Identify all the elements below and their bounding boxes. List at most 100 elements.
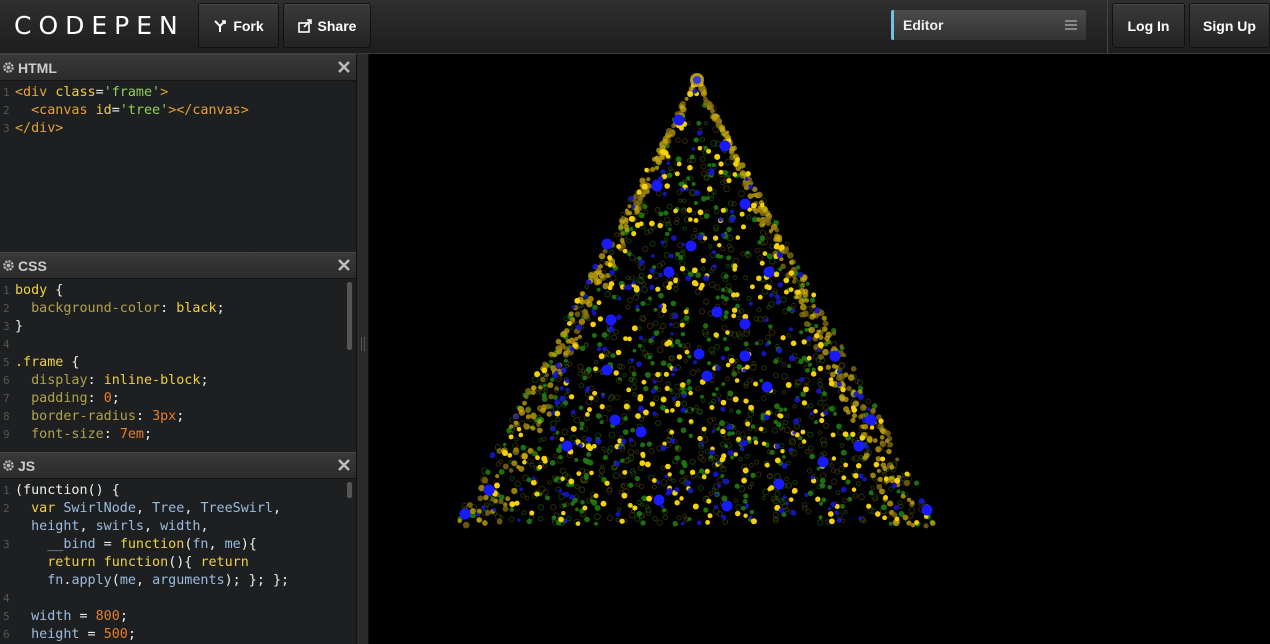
gear-icon[interactable] bbox=[2, 61, 15, 74]
tree-light bbox=[839, 344, 844, 349]
css-scrollbar[interactable] bbox=[347, 282, 352, 350]
tree-light bbox=[768, 292, 774, 298]
tree-light bbox=[686, 121, 691, 126]
tree-light bbox=[477, 495, 484, 502]
tree-light bbox=[733, 161, 739, 167]
js-panel: JS 1 (function() {2 var SwirlNode, Tree, … bbox=[0, 452, 356, 644]
tree-light bbox=[650, 167, 656, 172]
tree-light bbox=[780, 296, 787, 303]
tree-light bbox=[840, 458, 846, 464]
tree-light bbox=[671, 478, 676, 484]
tree-light bbox=[660, 444, 667, 451]
tree-light bbox=[853, 440, 865, 452]
tree-light bbox=[656, 519, 663, 526]
share-button[interactable]: Share bbox=[283, 3, 371, 48]
tree-light bbox=[866, 407, 871, 411]
gear-icon[interactable] bbox=[2, 259, 15, 272]
tree-light bbox=[724, 158, 732, 166]
editor-column: HTML 1 <div class='frame'> 2 <canvas id='t… bbox=[0, 54, 356, 644]
tree-light bbox=[665, 463, 671, 470]
code-token: : bbox=[135, 409, 153, 424]
js-code-editor[interactable]: 1 (function() {2 var SwirlNode, Tree, Tre… bbox=[0, 479, 356, 644]
tree-light bbox=[632, 348, 637, 353]
tree-light bbox=[726, 255, 732, 261]
tree-light bbox=[765, 334, 771, 341]
codepen-logo[interactable]: CODEPEN bbox=[14, 11, 185, 40]
tree-light bbox=[903, 479, 911, 487]
css-code-editor[interactable]: 1 body {2 background-color: black; 3} 4 5 .fr… bbox=[0, 279, 356, 444]
tree-light bbox=[599, 420, 604, 425]
tree-light bbox=[570, 425, 577, 432]
tree-light bbox=[651, 180, 663, 192]
tree-light bbox=[870, 485, 875, 491]
tree-light bbox=[593, 493, 599, 499]
tree-light bbox=[870, 472, 876, 479]
js-scrollbar[interactable] bbox=[347, 482, 352, 498]
tree-light bbox=[628, 195, 634, 202]
code-text: body { bbox=[15, 282, 63, 300]
tree-light bbox=[851, 413, 858, 419]
tree-light bbox=[650, 388, 656, 394]
tree-light bbox=[513, 414, 519, 419]
code-token: me bbox=[224, 537, 241, 552]
tree-light bbox=[675, 156, 682, 163]
tree-light bbox=[862, 476, 867, 482]
tree-light bbox=[524, 495, 530, 501]
tree-light bbox=[740, 431, 746, 438]
tree-light bbox=[840, 449, 847, 456]
tree-light bbox=[549, 504, 557, 511]
view-select[interactable]: Editor bbox=[891, 10, 1086, 40]
tree-light bbox=[727, 431, 733, 436]
tree-light bbox=[880, 504, 887, 511]
code-token: (function() { bbox=[15, 483, 120, 498]
close-icon[interactable] bbox=[337, 458, 351, 472]
close-icon[interactable] bbox=[337, 60, 351, 74]
tree-light bbox=[666, 203, 673, 210]
tree-light bbox=[899, 480, 905, 486]
fork-button[interactable]: Fork bbox=[198, 3, 279, 48]
tree-light bbox=[783, 277, 790, 284]
tree-light bbox=[802, 386, 809, 393]
tree-light bbox=[711, 306, 723, 318]
tree-light bbox=[756, 307, 762, 313]
code-token: padding bbox=[31, 391, 88, 406]
tree-light bbox=[720, 207, 726, 213]
tree-light bbox=[846, 409, 851, 415]
tree-light bbox=[673, 322, 680, 329]
tree-light bbox=[778, 245, 784, 251]
tree-light bbox=[602, 455, 608, 461]
tree-light bbox=[722, 170, 729, 176]
tree-light bbox=[574, 297, 581, 304]
tree-light bbox=[568, 394, 575, 400]
resize-handle[interactable] bbox=[356, 54, 369, 644]
signup-button[interactable]: Sign Up bbox=[1189, 3, 1270, 48]
tree-light bbox=[574, 336, 579, 341]
tree-light bbox=[735, 235, 741, 240]
tree-light bbox=[593, 275, 599, 281]
tree-light bbox=[698, 485, 704, 491]
tree-light bbox=[618, 489, 624, 495]
tree-light bbox=[682, 462, 688, 469]
tree-light bbox=[836, 517, 842, 523]
tree-light bbox=[782, 308, 788, 315]
login-button[interactable]: Log In bbox=[1112, 3, 1185, 48]
tree-light bbox=[780, 448, 785, 454]
tree-light bbox=[742, 467, 749, 474]
tree-light bbox=[877, 476, 883, 483]
tree-light bbox=[584, 387, 590, 393]
tree-light bbox=[708, 281, 716, 288]
tree-light bbox=[691, 267, 698, 274]
tree-light bbox=[530, 479, 537, 486]
gear-icon[interactable] bbox=[2, 459, 15, 472]
tree-light bbox=[655, 371, 661, 378]
html-code-editor[interactable]: 1 <div class='frame'> 2 <canvas id='tree'>… bbox=[0, 81, 356, 138]
tree-light bbox=[523, 423, 528, 428]
tree-light bbox=[621, 438, 627, 445]
tree-light bbox=[675, 400, 681, 406]
tree-light bbox=[847, 374, 855, 381]
close-icon[interactable] bbox=[337, 258, 351, 272]
code-token: id bbox=[95, 103, 112, 118]
tree-light bbox=[651, 478, 657, 483]
code-token: = bbox=[111, 103, 120, 118]
tree-light bbox=[829, 405, 835, 412]
